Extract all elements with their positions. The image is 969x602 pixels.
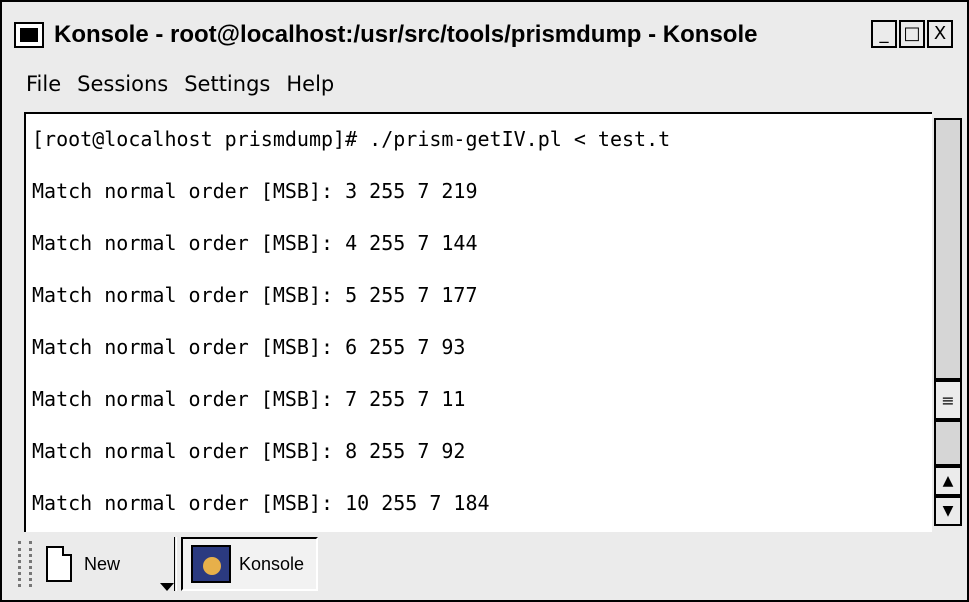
close-button[interactable]: X bbox=[927, 20, 953, 48]
terminal-output-line: Match normal order [MSB]: 6 255 7 93 bbox=[32, 335, 466, 359]
toolbar-grip-handle[interactable] bbox=[18, 541, 32, 587]
session-tab-label: Konsole bbox=[239, 553, 305, 574]
window-controls: _ □ X bbox=[871, 20, 953, 48]
terminal-output[interactable]: [root@localhost prismdump]# ./prism-getI… bbox=[24, 112, 932, 532]
menu-settings[interactable]: Settings bbox=[182, 70, 272, 98]
title-bar[interactable]: Konsole - root@localhost:/usr/src/tools/… bbox=[8, 12, 963, 58]
terminal-lines: [root@localhost prismdump]# ./prism-getI… bbox=[32, 124, 932, 540]
window-title: Konsole - root@localhost:/usr/src/tools/… bbox=[54, 21, 758, 48]
vertical-scrollbar[interactable]: ≡ ▲ ▼ bbox=[932, 112, 964, 532]
scroll-up-button[interactable]: ▲ bbox=[934, 466, 962, 496]
new-document-icon bbox=[46, 546, 72, 582]
terminal-command-line: [root@localhost prismdump]# ./prism-getI… bbox=[32, 127, 671, 151]
session-tab-bar: New Konsole bbox=[8, 532, 963, 596]
terminal-output-line: Match normal order [MSB]: 4 255 7 144 bbox=[32, 231, 478, 255]
maximize-button[interactable]: □ bbox=[899, 20, 925, 48]
terminal-output-line: Match normal order [MSB]: 3 255 7 219 bbox=[32, 179, 478, 203]
new-session-button[interactable]: New bbox=[40, 537, 174, 591]
new-session-label: New bbox=[84, 553, 121, 574]
menu-bar: File Sessions Settings Help bbox=[24, 64, 336, 104]
menu-file[interactable]: File bbox=[24, 70, 63, 98]
konsole-app-icon[interactable] bbox=[14, 22, 44, 48]
scrollbar-thumb[interactable]: ≡ bbox=[934, 380, 962, 420]
konsole-window: Konsole - root@localhost:/usr/src/tools/… bbox=[0, 0, 969, 602]
minimize-button[interactable]: _ bbox=[871, 20, 897, 48]
tab-separator bbox=[174, 537, 177, 591]
menu-sessions[interactable]: Sessions bbox=[75, 70, 170, 98]
terminal-output-line: Match normal order [MSB]: 7 255 7 11 bbox=[32, 387, 466, 411]
scrollbar-track-lower[interactable] bbox=[934, 420, 962, 466]
terminal-output-line: Match normal order [MSB]: 8 255 7 92 bbox=[32, 439, 466, 463]
terminal-output-line: Match normal order [MSB]: 5 255 7 177 bbox=[32, 283, 478, 307]
menu-help[interactable]: Help bbox=[284, 70, 336, 98]
scrollbar-track-upper[interactable] bbox=[934, 118, 962, 380]
session-tab-konsole[interactable]: Konsole bbox=[181, 537, 319, 591]
konsole-session-icon bbox=[191, 545, 231, 583]
scroll-down-button[interactable]: ▼ bbox=[934, 496, 962, 526]
chevron-down-icon[interactable] bbox=[160, 583, 174, 591]
